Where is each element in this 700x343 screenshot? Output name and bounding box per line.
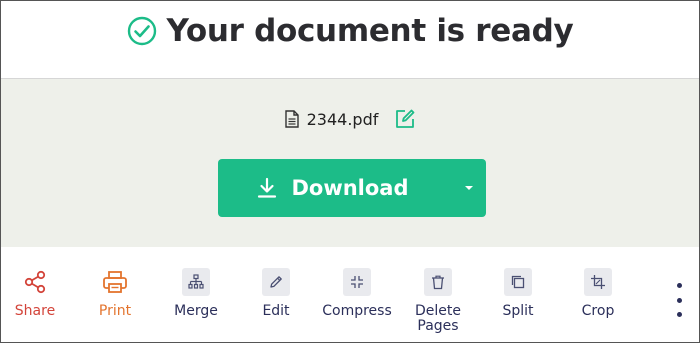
trash-icon (424, 268, 452, 296)
kebab-dot (676, 312, 682, 317)
page-title: Your document is ready (166, 13, 574, 49)
split-button[interactable]: Split (478, 268, 558, 319)
share-label: Share (14, 303, 56, 319)
file-row: 2344.pdf (1, 106, 699, 132)
pencil-icon (262, 268, 290, 296)
compress-button[interactable]: Compress (317, 268, 397, 319)
merge-button[interactable]: Merge (156, 268, 236, 319)
crop-label: Crop (581, 303, 615, 319)
document-panel: 2344.pdf Download (1, 79, 699, 247)
merge-icon (182, 268, 210, 296)
crop-button[interactable]: Crop (558, 268, 638, 319)
download-label: Download (291, 176, 409, 200)
compress-label: Compress (322, 303, 392, 319)
edit-button[interactable]: Edit (236, 268, 316, 319)
delete-pages-button[interactable]: Delete Pages (398, 268, 478, 334)
more-options-icon[interactable] (672, 283, 686, 317)
edit-filename-icon[interactable] (394, 108, 416, 130)
kebab-dot (676, 297, 682, 303)
split-icon (504, 268, 532, 296)
share-icon (21, 268, 49, 296)
header: Your document is ready (1, 1, 699, 79)
kebab-dot (676, 283, 682, 288)
file-name: 2344.pdf (306, 109, 379, 129)
merge-label: Merge (174, 303, 218, 319)
crop-icon (584, 268, 612, 296)
print-label: Print (98, 303, 132, 319)
share-button[interactable]: Share (0, 268, 75, 319)
download-button[interactable]: Download (218, 159, 486, 217)
printer-icon (101, 268, 129, 296)
edit-label: Edit (262, 303, 290, 319)
download-icon (258, 177, 277, 198)
title-row: Your document is ready (1, 9, 699, 53)
tools-toolbar: Share Print Merge Edit Compress Delete P… (1, 248, 699, 341)
chevron-down-icon[interactable] (463, 184, 475, 192)
download-main[interactable]: Download (218, 159, 448, 217)
print-button[interactable]: Print (75, 268, 155, 319)
file-icon (284, 110, 299, 128)
delete-pages-label: Delete Pages (415, 303, 461, 334)
compress-icon (343, 268, 371, 296)
split-label: Split (502, 303, 534, 319)
check-circle-icon (127, 16, 156, 46)
